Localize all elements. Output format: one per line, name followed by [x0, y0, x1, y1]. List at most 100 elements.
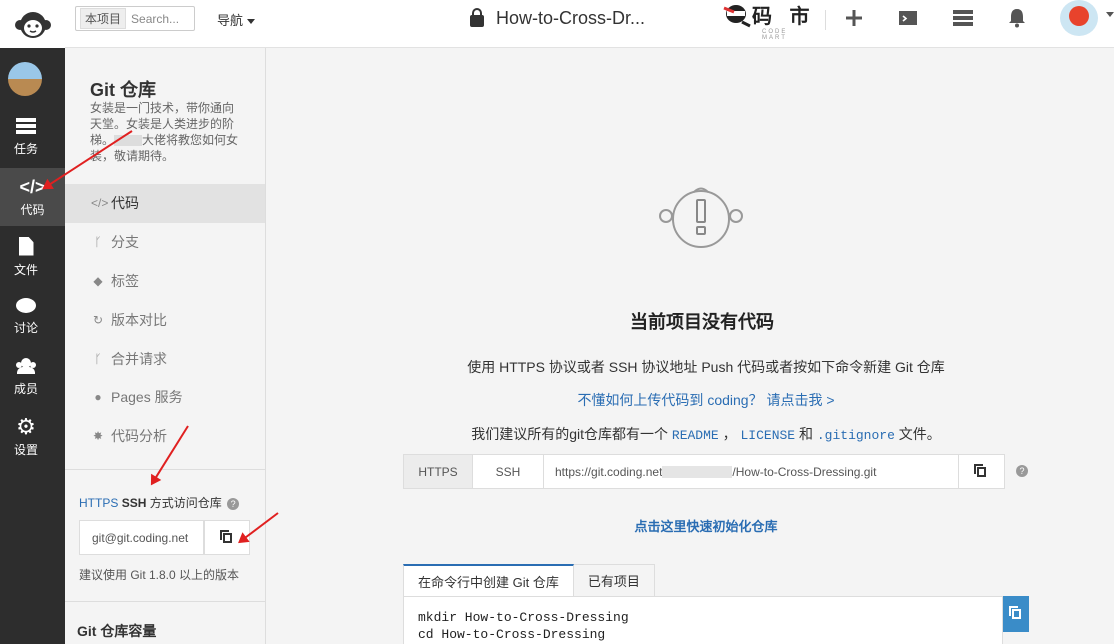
search-input[interactable]: 本项目 Search...	[75, 6, 195, 31]
menu-item-label: 标签	[111, 272, 139, 289]
command-code-block: mkdir How-to-Cross-Dressing cd How-to-Cr…	[403, 596, 1003, 644]
project-avatar[interactable]	[8, 62, 42, 96]
clone-url-suffix: /How-to-Cross-Dressing.git	[732, 464, 877, 479]
sidebar-item-label: 任务	[13, 141, 38, 156]
merge-request-icon: ᚴ	[94, 351, 102, 366]
project-title: How-to-Cross-Dr...	[470, 8, 645, 29]
repo-capacity-title: Git 仓库容量	[77, 623, 157, 639]
project-title-text: How-to-Cross-Dr...	[496, 8, 646, 28]
compare-icon: ↻	[92, 312, 104, 327]
menu-item-branches[interactable]: ᚴ 分支	[65, 223, 265, 262]
copy-clone-url-button[interactable]	[959, 454, 1005, 489]
bell-icon[interactable]	[1005, 6, 1029, 30]
clone-url-prefix: https://git.coding.net	[555, 464, 663, 479]
command-line: mkdir How-to-Cross-Dressing	[418, 610, 629, 625]
main-sidebar: 任务 </> 代码 文件 讨论 成员 ⚙ 设置	[0, 48, 65, 644]
ninja-icon	[723, 5, 751, 28]
upload-help-link[interactable]: 不懂如何上传代码到 coding？ 请点击我 >	[426, 390, 986, 410]
gitignore-code: .gitignore	[816, 428, 895, 443]
codemart-subtext: CODE MART	[762, 29, 788, 41]
menu-item-label: 代码分析	[111, 428, 167, 445]
terminal-icon[interactable]	[896, 6, 920, 30]
clone-url-field[interactable]: https://git.coding.net/How-to-Cross-Dres…	[544, 454, 959, 489]
command-tabs: 在命令行中创建 Git 仓库 已有项目	[403, 564, 655, 597]
empty-state-title: 当前项目没有代码	[630, 312, 774, 332]
copy-icon	[1008, 606, 1021, 619]
sidebar-item-label: 成员	[13, 381, 38, 396]
menu-item-code-analysis[interactable]: ✸ 代码分析	[65, 417, 265, 456]
divider	[825, 10, 826, 30]
sidebar-title: Git 仓库	[90, 80, 156, 100]
tab-existing-project[interactable]: 已有项目	[573, 564, 655, 597]
ssh-url-field[interactable]: git@git.coding.net	[79, 520, 204, 555]
menu-item-label: 代码	[111, 195, 139, 212]
comma-text: ，	[722, 426, 737, 442]
menu-item-label: 版本对比	[111, 311, 167, 328]
top-bar: 本项目 Search... 导航 How-to-Cross-Dr... 码 市 …	[0, 0, 1114, 48]
user-avatar[interactable]	[1060, 0, 1098, 36]
sidebar-item-settings[interactable]: ⚙ 设置	[0, 408, 52, 466]
chat-icon	[16, 298, 36, 313]
recommendation-suffix: 文件。	[898, 426, 941, 442]
copy-commands-button[interactable]	[1003, 596, 1029, 632]
menu-item-label: 分支	[111, 234, 139, 251]
sidebar-item-label: 讨论	[13, 321, 38, 335]
https-tab[interactable]: HTTPS	[403, 454, 473, 489]
nav-dropdown[interactable]: 导航	[217, 10, 256, 29]
repo-description: 女装是一门技术，带你通向天堂。女装是人类进步的阶梯。 大佬将教您如何女装，敬请期待…	[90, 100, 242, 164]
help-icon[interactable]: ?	[227, 498, 240, 510]
copy-icon	[974, 463, 986, 477]
menu-item-compare[interactable]: ↻ 版本对比	[65, 300, 265, 339]
lock-icon	[470, 8, 484, 27]
settings-icon: ⚙	[16, 414, 36, 439]
code-icon: </>	[91, 196, 109, 211]
ssh-access-label: HTTPS SSH 方式访问仓库 ?	[79, 494, 240, 511]
search-scope-badge[interactable]: 本项目	[80, 8, 127, 29]
https-toggle-link[interactable]: HTTPS	[79, 496, 118, 510]
codemart-logo[interactable]: 码 市 CODE MART	[722, 2, 816, 41]
sidebar-item-files[interactable]: 文件	[0, 228, 52, 286]
readme-code: README	[671, 428, 719, 443]
members-icon	[15, 357, 37, 374]
file-icon	[18, 236, 34, 256]
nav-dropdown-label: 导航	[217, 13, 244, 28]
recommendation-prefix: 我们建议所有的git仓库都有一个	[471, 426, 668, 442]
server-icon[interactable]	[951, 6, 975, 30]
menu-item-label: 合并请求	[111, 350, 167, 367]
plus-icon[interactable]	[842, 6, 866, 30]
repo-menu: </> 代码 ᚴ 分支 ◆ 标签 ↻ 版本对比 ᚴ 合并请求 ● Pages 服…	[65, 184, 265, 456]
menu-item-code[interactable]: </> 代码	[65, 184, 265, 223]
main-content: 当前项目没有代码 使用 HTTPS 协议或者 SSH 协议地址 Push 代码或…	[266, 48, 1114, 644]
quick-init-link[interactable]: 点击这里快速初始化仓库	[426, 516, 986, 535]
menu-item-tags[interactable]: ◆ 标签	[65, 262, 265, 301]
ssh-tab[interactable]: SSH	[473, 454, 544, 489]
repo-sidebar: Git 仓库 女装是一门技术，带你通向天堂。女装是人类进步的阶梯。 大佬将教您如何…	[65, 48, 266, 644]
menu-item-label: Pages 服务	[111, 389, 183, 406]
sidebar-item-members[interactable]: 成员	[0, 348, 52, 406]
menu-item-pages[interactable]: ● Pages 服务	[65, 378, 265, 417]
search-placeholder: Search...	[131, 11, 180, 26]
codemart-text: 码 市	[752, 6, 816, 28]
sidebar-item-code[interactable]: </> 代码	[0, 168, 65, 226]
recommendation-text: 我们建议所有的git仓库都有一个 README ， LICENSE 和 .git…	[426, 424, 986, 444]
redacted-text	[662, 465, 733, 478]
ssh-toggle-link[interactable]: SSH	[122, 496, 147, 510]
empty-warning-icon	[656, 183, 746, 252]
and-text: 和	[798, 426, 813, 442]
analysis-icon: ✸	[92, 429, 104, 444]
tab-create-repo[interactable]: 在命令行中创建 Git 仓库	[403, 564, 574, 597]
sidebar-item-tasks[interactable]: 任务	[0, 108, 52, 166]
coding-logo-icon[interactable]	[0, 0, 65, 48]
menu-item-merge-requests[interactable]: ᚴ 合并请求	[65, 339, 265, 378]
tasks-icon	[16, 117, 36, 134]
sidebar-item-discussions[interactable]: 讨论	[0, 288, 52, 346]
tag-icon: ◆	[93, 273, 103, 288]
divider	[65, 601, 265, 602]
globe-icon: ●	[94, 390, 102, 405]
chevron-down-icon[interactable]	[1106, 12, 1114, 17]
divider	[65, 469, 265, 470]
git-version-note: 建议使用 Git 1.8.0 以上的版本	[79, 568, 240, 582]
help-icon[interactable]: ?	[1016, 465, 1028, 477]
license-code: LICENSE	[740, 428, 796, 443]
chevron-down-icon	[247, 19, 256, 25]
